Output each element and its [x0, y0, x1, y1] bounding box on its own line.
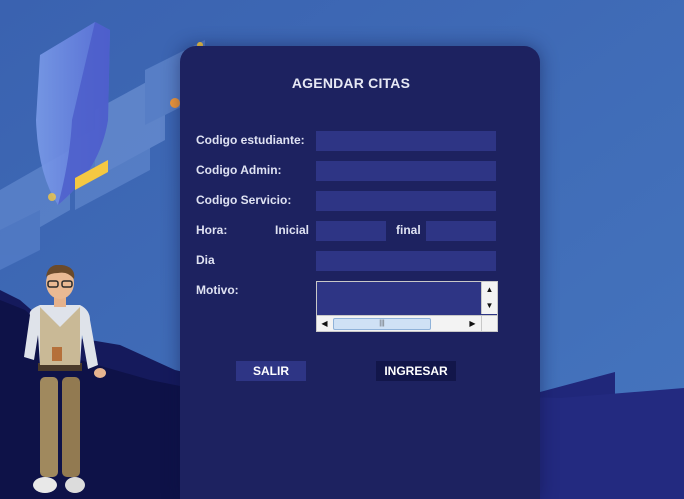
codigo-admin-input[interactable] — [316, 161, 496, 181]
vertical-scrollbar[interactable]: ▲ ▼ — [481, 282, 497, 314]
scroll-corner — [481, 315, 497, 331]
horizontal-scroll-thumb[interactable]: ||| — [333, 318, 431, 330]
motivo-label: Motivo: — [196, 283, 239, 297]
person-illustration — [24, 265, 106, 493]
scroll-right-arrow-icon[interactable]: ▶ — [465, 316, 480, 331]
ingresar-button[interactable]: INGRESAR — [376, 361, 456, 381]
salir-button[interactable]: SALIR — [236, 361, 306, 381]
codigo-servicio-input[interactable] — [316, 191, 496, 211]
motivo-textarea[interactable]: ▲ ▼ ◀ ||| ▶ — [316, 281, 498, 332]
codigo-estudiante-input[interactable] — [316, 131, 496, 151]
horizontal-scrollbar[interactable]: ◀ ||| ▶ — [317, 315, 481, 331]
hora-inicial-label: Inicial — [275, 223, 310, 237]
dia-label: Dia — [196, 253, 215, 267]
hora-label: Hora: — [196, 223, 228, 237]
form-title: AGENDAR CITAS — [291, 75, 411, 91]
hora-inicial-input[interactable] — [316, 221, 386, 241]
codigo-admin-label: Codigo Admin: — [196, 163, 282, 177]
codigo-servicio-label: Codigo Servicio: — [196, 193, 292, 207]
hora-final-input[interactable] — [426, 221, 496, 241]
hora-final-label: final — [396, 223, 421, 237]
codigo-estudiante-label: Codigo estudiante: — [196, 133, 305, 147]
scroll-left-arrow-icon[interactable]: ◀ — [317, 316, 332, 331]
scroll-down-arrow-icon[interactable]: ▼ — [482, 298, 497, 313]
dia-input[interactable] — [316, 251, 496, 271]
appointment-form-panel: AGENDAR CITAS Codigo estudiante: Codigo … — [180, 46, 540, 499]
scroll-up-arrow-icon[interactable]: ▲ — [482, 282, 497, 297]
